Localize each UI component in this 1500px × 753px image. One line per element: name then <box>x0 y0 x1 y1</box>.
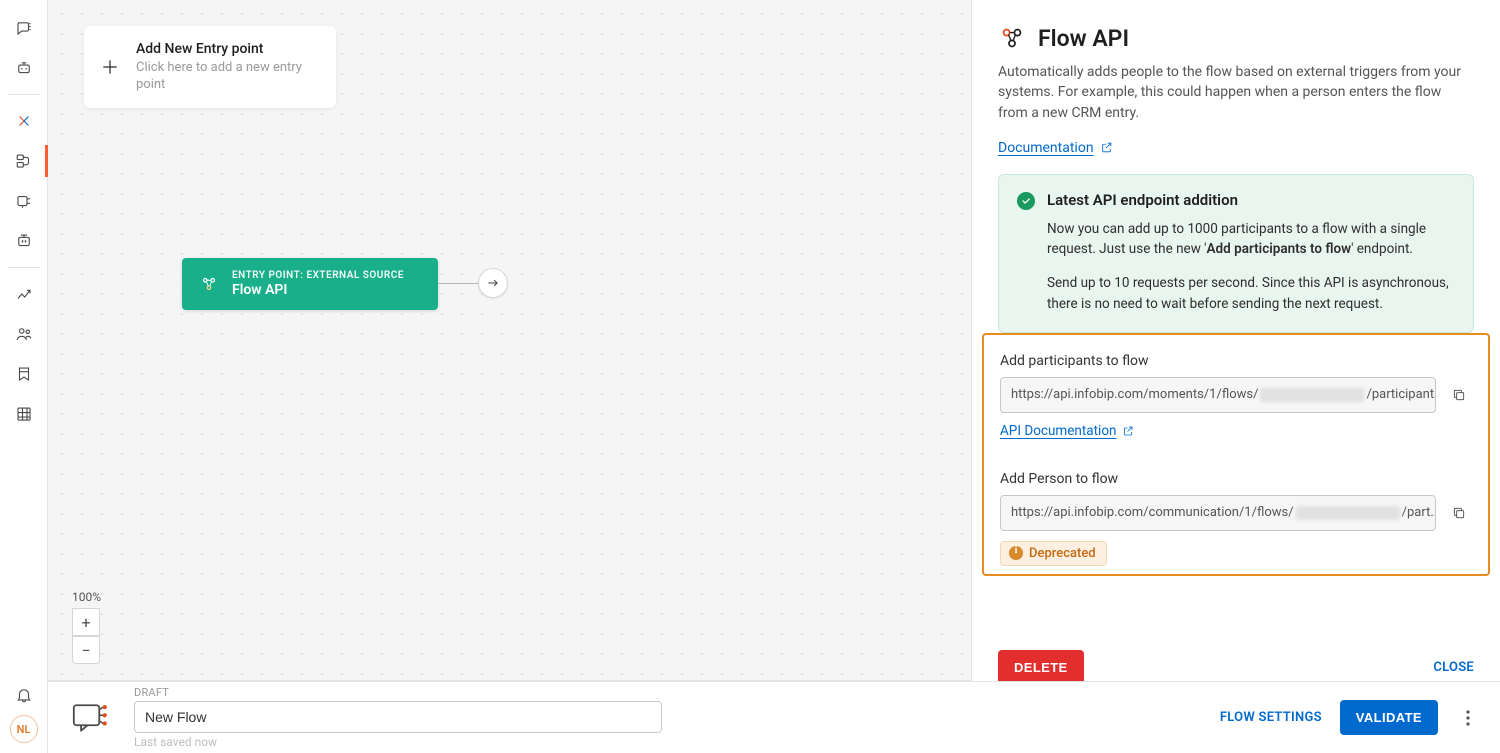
callout-paragraph-1: Now you can add up to 1000 participants … <box>1047 219 1455 260</box>
copy-icon <box>1452 504 1466 522</box>
check-circle-icon <box>1017 192 1035 210</box>
node-connector <box>438 278 498 290</box>
zoom-out-button[interactable]: − <box>72 636 100 664</box>
documentation-link[interactable]: Documentation <box>998 140 1113 156</box>
more-options-button[interactable] <box>1456 706 1480 730</box>
add-step-button[interactable] <box>478 268 508 298</box>
sidebar-separator <box>8 94 40 95</box>
redacted-id <box>1260 388 1364 402</box>
copy-endpoint-button[interactable] <box>1446 500 1472 526</box>
grid-icon <box>15 405 33 423</box>
close-button[interactable]: CLOSE <box>1433 660 1474 675</box>
analytics-icon <box>15 285 33 303</box>
endpoint-label: Add participants to flow <box>1000 353 1472 369</box>
callout-paragraph-2: Send up to 10 requests per second. Since… <box>1047 273 1455 314</box>
add-entry-subtitle: Click here to add a new entry point <box>136 60 320 94</box>
right-panel: Flow API Automatically adds people to th… <box>971 0 1500 681</box>
bell-icon <box>15 686 33 704</box>
endpoint-url-suffix: /part... <box>1402 505 1436 520</box>
delete-button[interactable]: DELETE <box>998 650 1084 681</box>
left-sidebar: NL <box>0 0 48 753</box>
sidebar-item-analytics[interactable] <box>0 274 48 314</box>
app-root: NL Add New Entry point Click here to add… <box>0 0 1500 753</box>
sidebar-item-broadcast[interactable] <box>0 181 48 221</box>
sidebar-item-notifications[interactable] <box>0 675 48 715</box>
endpoints-highlight-box: Add participants to flow https://api.inf… <box>982 333 1490 576</box>
chat-icon <box>15 19 33 37</box>
sidebar-item-chatbot[interactable] <box>0 221 48 261</box>
validate-button[interactable]: VALIDATE <box>1340 700 1438 735</box>
redacted-id <box>1296 506 1400 520</box>
flow-icon <box>15 152 33 170</box>
endpoint-block-add-person: Add Person to flow https://api.infobip.c… <box>1000 471 1472 574</box>
endpoint-url-prefix: https://api.infobip.com/communication/1/… <box>1011 505 1294 520</box>
endpoint-url-suffix: /participants <box>1366 387 1436 402</box>
endpoint-url-prefix: https://api.infobip.com/moments/1/flows/ <box>1011 387 1258 402</box>
bottom-toolbar: DRAFT Last saved now FLOW SETTINGS VALID… <box>48 681 1500 753</box>
flow-api-icon <box>998 24 1026 52</box>
sidebar-item-exchange[interactable] <box>0 101 48 141</box>
add-entry-point-card[interactable]: Add New Entry point Click here to add a … <box>84 26 336 108</box>
flow-api-node-icon <box>200 275 218 293</box>
info-icon <box>1009 546 1023 560</box>
panel-description: Automatically adds people to the flow ba… <box>998 62 1474 123</box>
zoom-controls: 100% + − <box>72 590 100 664</box>
endpoint-block-add-participants: Add participants to flow https://api.inf… <box>1000 353 1472 439</box>
flow-campaign-icon <box>72 701 112 735</box>
broadcast-icon <box>15 192 33 210</box>
zoom-level-label: 100% <box>72 590 100 604</box>
panel-footer: DELETE CLOSE <box>998 650 1474 681</box>
copy-endpoint-button[interactable] <box>1446 382 1472 408</box>
info-callout: Latest API endpoint addition Now you can… <box>998 174 1474 333</box>
flow-node-name: Flow API <box>232 282 404 298</box>
external-link-icon <box>1100 141 1113 154</box>
endpoint-url-input[interactable]: https://api.infobip.com/communication/1/… <box>1000 495 1436 531</box>
flow-settings-button[interactable]: FLOW SETTINGS <box>1220 710 1322 725</box>
copy-icon <box>1452 386 1466 404</box>
deprecated-badge: Deprecated <box>1000 541 1107 566</box>
flow-canvas[interactable]: Add New Entry point Click here to add a … <box>48 0 971 681</box>
endpoint-url-input[interactable]: https://api.infobip.com/moments/1/flows/… <box>1000 377 1436 413</box>
api-documentation-link[interactable]: API Documentation <box>1000 423 1134 439</box>
callout-title: Latest API endpoint addition <box>1047 191 1455 209</box>
bot-icon <box>15 59 33 77</box>
zoom-in-button[interactable]: + <box>72 608 100 636</box>
flow-node-entry-point[interactable]: ENTRY POINT: EXTERNAL SOURCE Flow API <box>182 258 438 310</box>
deprecated-label: Deprecated <box>1029 546 1096 561</box>
chatbot-icon <box>15 232 33 250</box>
sidebar-item-people[interactable] <box>0 314 48 354</box>
sidebar-item-catalog[interactable] <box>0 394 48 434</box>
center-column: Add New Entry point Click here to add a … <box>48 0 971 753</box>
flow-name-input[interactable] <box>134 701 662 733</box>
panel-title: Flow API <box>1038 25 1129 52</box>
last-saved-label: Last saved now <box>134 735 662 749</box>
kebab-icon <box>1466 710 1470 726</box>
api-documentation-label: API Documentation <box>1000 423 1116 439</box>
add-entry-point-text: Add New Entry point Click here to add a … <box>136 40 320 94</box>
callout-endpoint-name: Add participants to flow <box>1207 241 1352 257</box>
sidebar-item-conversations[interactable] <box>0 8 48 48</box>
user-avatar[interactable]: NL <box>10 715 38 743</box>
flow-node-eyebrow: ENTRY POINT: EXTERNAL SOURCE <box>232 270 404 281</box>
plus-icon <box>100 57 120 77</box>
documentation-link-label: Documentation <box>998 140 1094 156</box>
sidebar-separator <box>8 267 40 268</box>
bookmark-icon <box>15 365 33 383</box>
sidebar-item-moments[interactable] <box>0 141 48 181</box>
sidebar-item-answers[interactable] <box>0 48 48 88</box>
people-icon <box>15 325 33 343</box>
external-link-icon <box>1122 425 1134 437</box>
sidebar-item-tags[interactable] <box>0 354 48 394</box>
exchange-icon <box>15 112 33 130</box>
flow-node-text: ENTRY POINT: EXTERNAL SOURCE Flow API <box>232 270 404 298</box>
add-entry-title: Add New Entry point <box>136 40 320 58</box>
endpoint-label: Add Person to flow <box>1000 471 1472 487</box>
draft-status-label: DRAFT <box>134 686 662 699</box>
callout-p1-text-c: ' endpoint. <box>1351 241 1413 257</box>
